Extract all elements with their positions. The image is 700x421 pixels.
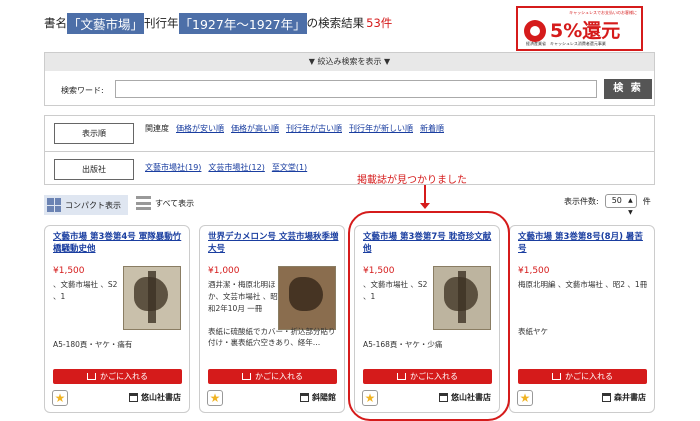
per-page-unit: 件 (642, 196, 651, 206)
search-result-title: 書名 「文藝市場」 刊行年 「1927年〜1927年」 の検索結果 53件 (44, 12, 392, 34)
shop-label: 悠山社書店 (141, 393, 181, 402)
publisher-label: 出版社 (54, 159, 134, 180)
shop-label: 斜陽館 (312, 393, 336, 402)
sort-order-label: 表示順 (54, 123, 134, 144)
sort-price-low[interactable]: 価格が安い順 (176, 123, 224, 134)
product-info: 、文藝市場社 、S2 、1 (53, 280, 118, 301)
per-page-control: 表示件数: 50 ▲ ▼ 件 (564, 194, 651, 216)
annotation-arrow-icon (420, 185, 430, 209)
select-arrows-icon: ▲ ▼ (628, 197, 633, 216)
cart-icon (242, 373, 251, 380)
sort-options: 関連度 価格が安い順 価格が高い順 刊行年が古い順 刊行年が新しい順 新着順 (145, 123, 444, 134)
product-title-link[interactable]: 文藝市場 第3巻第8号(8月) 暑苦号 (518, 231, 650, 255)
list-icon (136, 196, 151, 210)
annotation-text: 掲載誌が見つかりました (357, 175, 467, 186)
search-button[interactable]: 検 索 (604, 79, 652, 99)
shop-label: 森井書店 (614, 393, 646, 402)
sort-newest[interactable]: 新着順 (420, 123, 444, 134)
publisher-options: 文藝市場社(19) 文芸市場社(12) 至文堂(1) (145, 162, 307, 173)
publisher-link[interactable]: 文芸市場社(12) (208, 162, 264, 173)
product-card: 世界デカメロン号 文芸市場秋季増大号 ¥1,000 酒井潔・梅原北明ほか、文芸市… (199, 225, 345, 413)
add-to-cart-label: かごに入れる (565, 372, 613, 381)
search-word-label: 検索ワード: (61, 86, 104, 95)
favorite-star-icon[interactable]: ★ (52, 390, 68, 406)
product-title-link[interactable]: 文藝市場 第3巻第4号 軍隊暴動竹橋騒動史他 (53, 231, 185, 255)
add-to-cart-button[interactable]: かごに入れる (518, 369, 647, 384)
result-count: 53件 (366, 16, 393, 30)
cashless-logo-icon (524, 20, 546, 42)
add-to-cart-label: かごに入れる (255, 372, 303, 381)
shop-icon (300, 393, 309, 402)
search-input[interactable] (115, 80, 597, 98)
shop-name[interactable]: 斜陽館 (300, 392, 336, 403)
cashless-footer: 経済産業省 キャッシュレス消費者還元事業 (526, 41, 606, 46)
product-price: ¥1,500 (518, 266, 550, 276)
grid-icon (47, 198, 61, 212)
add-to-cart-button[interactable]: かごに入れる (208, 369, 337, 384)
per-page-select[interactable]: 50 ▲ ▼ (604, 194, 637, 216)
highlight-ring (348, 211, 510, 421)
refine-search-toggle[interactable]: ▼ 絞込み検索を表示 ▼ (45, 53, 654, 71)
product-card: 文藝市場 第3巻第4号 軍隊暴動竹橋騒動史他 ¥1,500 、文藝市場社 、S2… (44, 225, 190, 413)
filter-divider (45, 151, 654, 152)
shop-name[interactable]: 悠山社書店 (129, 392, 181, 403)
product-price: ¥1,500 (53, 266, 85, 276)
shop-name[interactable]: 森井書店 (602, 392, 646, 403)
full-view-button[interactable]: すべて表示 (136, 196, 194, 210)
product-price: ¥1,000 (208, 266, 240, 276)
publisher-link[interactable]: 文藝市場社(19) (145, 162, 201, 173)
filter-panel: 表示順 関連度 価格が安い順 価格が高い順 刊行年が古い順 刊行年が新しい順 新… (44, 115, 655, 185)
product-thumbnail[interactable] (123, 266, 181, 330)
product-info: 梅原北明編 、文藝市場社 、昭2 、1冊 (518, 280, 648, 289)
full-view-label: すべて表示 (155, 198, 195, 208)
favorite-star-icon[interactable]: ★ (207, 390, 223, 406)
sort-relevance: 関連度 (145, 124, 169, 133)
cart-icon (552, 373, 561, 380)
title-suffix: の検索結果 (306, 16, 365, 30)
compact-view-button[interactable]: コンパクト表示 (44, 195, 128, 215)
compact-view-label: コンパクト表示 (65, 200, 121, 210)
favorite-star-icon[interactable]: ★ (517, 390, 533, 406)
per-page-label: 表示件数: (564, 196, 599, 206)
product-condition: A5-180頁・ヤケ・痛有 (53, 340, 133, 349)
year-highlight: 「1927年〜1927年」 (178, 12, 307, 34)
cashless-percent: 5%還元 (550, 20, 621, 42)
cart-icon (87, 373, 96, 380)
add-to-cart-button[interactable]: かごに入れる (53, 369, 182, 384)
add-to-cart-label: かごに入れる (100, 372, 148, 381)
sort-year-old[interactable]: 刊行年が古い順 (286, 123, 342, 134)
product-condition: 表紙ヤケ (518, 327, 548, 336)
product-title-link[interactable]: 世界デカメロン号 文芸市場秋季増大号 (208, 231, 340, 255)
title-mid: 刊行年 (144, 16, 179, 30)
publisher-link[interactable]: 至文堂(1) (272, 162, 307, 173)
title-prefix: 書名 (44, 16, 67, 30)
sort-price-high[interactable]: 価格が高い順 (231, 123, 279, 134)
per-page-value: 50 (611, 196, 622, 205)
shop-icon (602, 393, 611, 402)
keyword-highlight: 「文藝市場」 (67, 12, 145, 34)
product-card: 文藝市場 第3巻第8号(8月) 暑苦号 ¥1,500 梅原北明編 、文藝市場社 … (509, 225, 655, 413)
search-panel: ▼ 絞込み検索を表示 ▼ 検索ワード: 検 索 (44, 52, 655, 106)
product-condition: 表紙に硫酸紙でカバー・折込部分貼り付け・裏表紙穴空きあり、経年… (208, 327, 336, 347)
product-info: 酒井潔・梅原北明ほか、文芸市場社 、昭和2年10月 一冊 (208, 280, 278, 313)
product-thumbnail[interactable] (278, 266, 336, 330)
sort-year-new[interactable]: 刊行年が新しい順 (349, 123, 413, 134)
shop-icon (129, 393, 138, 402)
cashless-banner[interactable]: キャッシュレスでお支払いのお客様に 5%還元 経済産業省 キャッシュレス消費者還… (516, 6, 643, 51)
